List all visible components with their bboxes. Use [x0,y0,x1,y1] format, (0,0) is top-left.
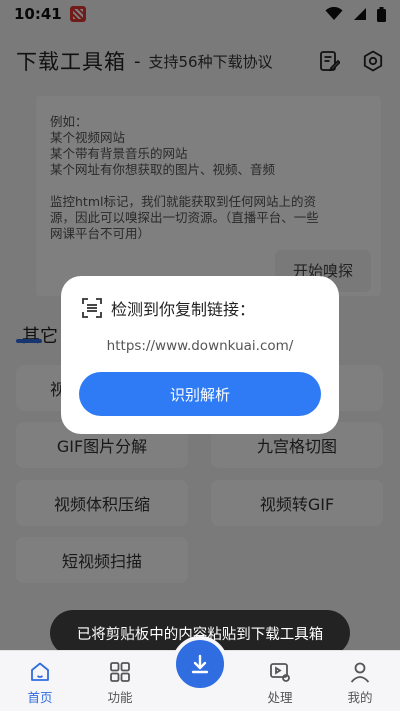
nav-tab-mine[interactable]: 我的 [320,651,400,711]
nav-label-mine: 我的 [347,690,373,705]
process-settings-icon [270,663,290,682]
parse-link-button[interactable]: 识别解析 [79,372,321,416]
nav-label-features: 功能 [107,690,133,705]
nav-tab-home[interactable]: 首页 [0,651,80,711]
nav-label-process: 处理 [267,690,293,705]
dialog-title: 检测到你复制链接： [111,300,256,319]
nav-tab-process[interactable]: 处理 [240,651,320,711]
nav-tab-features[interactable]: 功能 [80,651,160,711]
download-icon [191,654,209,674]
grid-apps-icon [110,662,130,682]
nav-label-home: 首页 [27,690,53,705]
home-icon [31,662,49,681]
scan-link-icon [82,298,102,318]
clipboard-link-dialog: 检测到你复制链接： https://www.downkuai.com/ 识别解析 [61,276,339,434]
detected-url: https://www.downkuai.com/ [106,338,294,354]
user-profile-icon [350,662,370,683]
download-fab-button[interactable] [172,636,228,692]
